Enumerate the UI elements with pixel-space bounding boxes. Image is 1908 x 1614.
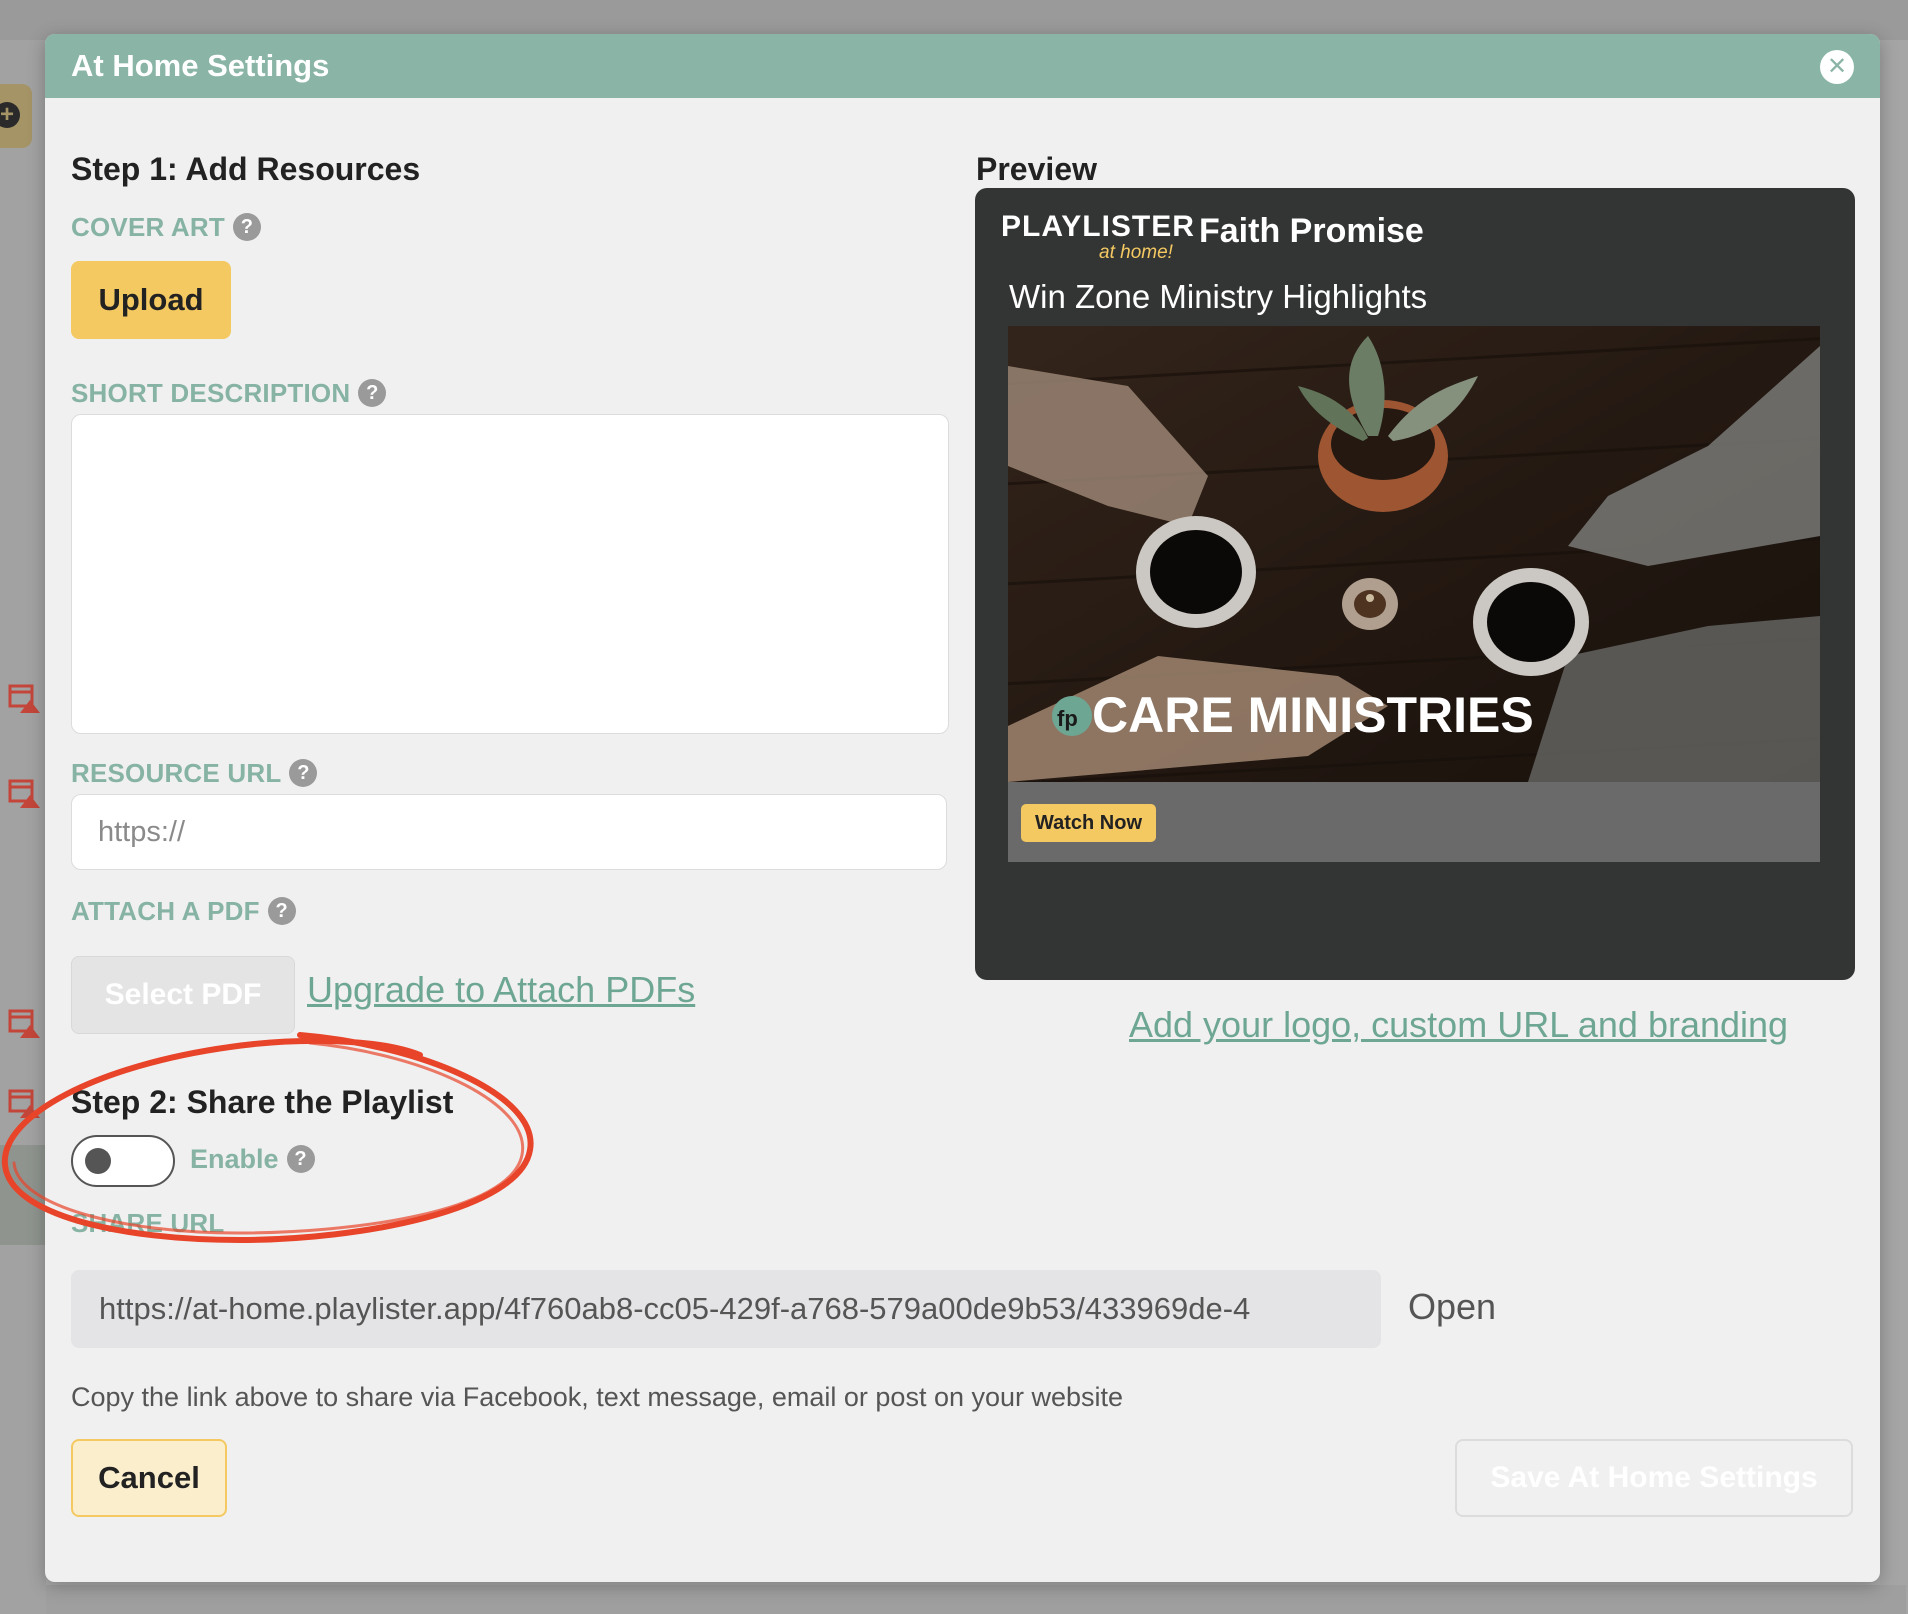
- playlister-logo: PLAYLISTER at home!: [1001, 210, 1194, 268]
- save-button[interactable]: Save At Home Settings: [1455, 1439, 1853, 1517]
- playlist-title: Win Zone Ministry Highlights: [1009, 278, 1428, 315]
- upgrade-link[interactable]: Upgrade to Attach PDFs: [307, 969, 695, 1011]
- open-link[interactable]: Open: [1408, 1286, 1496, 1328]
- cover-art-label: COVER ART?: [71, 212, 261, 243]
- fp-mark: fp: [1057, 706, 1078, 731]
- church-name: Faith Promise: [1199, 212, 1424, 250]
- help-icon[interactable]: ?: [267, 897, 296, 925]
- step1-title: Step 1: Add Resources: [71, 151, 421, 187]
- help-icon[interactable]: ?: [289, 759, 318, 787]
- help-icon[interactable]: ?: [286, 1145, 315, 1173]
- image-caption: CARE MINISTRIES: [1092, 687, 1534, 743]
- step2-title: Step 2: Share the Playlist: [71, 1084, 454, 1120]
- calendar-warning-icon: [8, 1089, 40, 1118]
- watch-now-button[interactable]: Watch Now: [1021, 804, 1156, 842]
- background-add-button: +: [0, 84, 32, 148]
- background-selected-row: [0, 1145, 46, 1245]
- help-icon[interactable]: ?: [232, 213, 261, 241]
- close-icon[interactable]: ✕: [1820, 50, 1854, 84]
- share-url-field[interactable]: https://at-home.playlister.app/4f760ab8-…: [71, 1270, 1381, 1348]
- attach-pdf-label-text: ATTACH A PDF: [71, 896, 260, 926]
- short-description-textarea[interactable]: [71, 414, 949, 734]
- modal-header: At Home Settings ✕: [45, 34, 1880, 98]
- background-right-edge: [1880, 40, 1908, 1614]
- enable-label-text: Enable: [190, 1144, 279, 1174]
- copy-hint: Copy the link above to share via Faceboo…: [71, 1382, 1124, 1412]
- logo-sub-text: at home!: [1099, 242, 1173, 263]
- toggle-knob: [85, 1148, 111, 1174]
- select-pdf-button[interactable]: Select PDF: [71, 956, 295, 1034]
- cover-image-graphic: fp CARE MINISTRIES: [1008, 326, 1820, 782]
- attach-pdf-label: ATTACH A PDF?: [71, 896, 296, 927]
- enable-label: Enable?: [190, 1144, 315, 1175]
- cover-art-label-text: COVER ART: [71, 212, 225, 242]
- calendar-warning-icon: [8, 1009, 40, 1038]
- at-home-settings-modal: At Home Settings ✕ Step 1: Add Resources…: [45, 34, 1880, 1582]
- resource-url-label-text: RESOURCE URL: [71, 758, 282, 788]
- calendar-warning-icon: [8, 684, 40, 713]
- logo-main-text: PLAYLISTER: [1001, 210, 1195, 243]
- preview-card: PLAYLISTER at home! Faith Promise Win Zo…: [975, 188, 1855, 980]
- help-icon[interactable]: ?: [358, 379, 387, 407]
- short-description-label-text: SHORT DESCRIPTION: [71, 378, 351, 408]
- share-url-label: SHARE URL: [71, 1208, 225, 1238]
- plus-icon: +: [0, 102, 20, 128]
- resource-url-label: RESOURCE URL?: [71, 758, 318, 789]
- modal-title: At Home Settings: [71, 48, 330, 83]
- background-footer: [46, 1585, 1906, 1614]
- cover-image: fp CARE MINISTRIES: [1008, 326, 1820, 782]
- upload-button[interactable]: Upload: [71, 261, 231, 339]
- media-card: fp CARE MINISTRIES Watch Now: [1008, 326, 1820, 862]
- short-description-label: SHORT DESCRIPTION?: [71, 378, 387, 409]
- enable-toggle[interactable]: [71, 1135, 175, 1187]
- preview-title: Preview: [976, 151, 1097, 187]
- resource-url-input[interactable]: [71, 794, 947, 870]
- branding-link[interactable]: Add your logo, custom URL and branding: [1129, 1004, 1788, 1046]
- background-sidebar: [0, 40, 46, 1614]
- cancel-button[interactable]: Cancel: [71, 1439, 227, 1517]
- calendar-warning-icon: [8, 779, 40, 808]
